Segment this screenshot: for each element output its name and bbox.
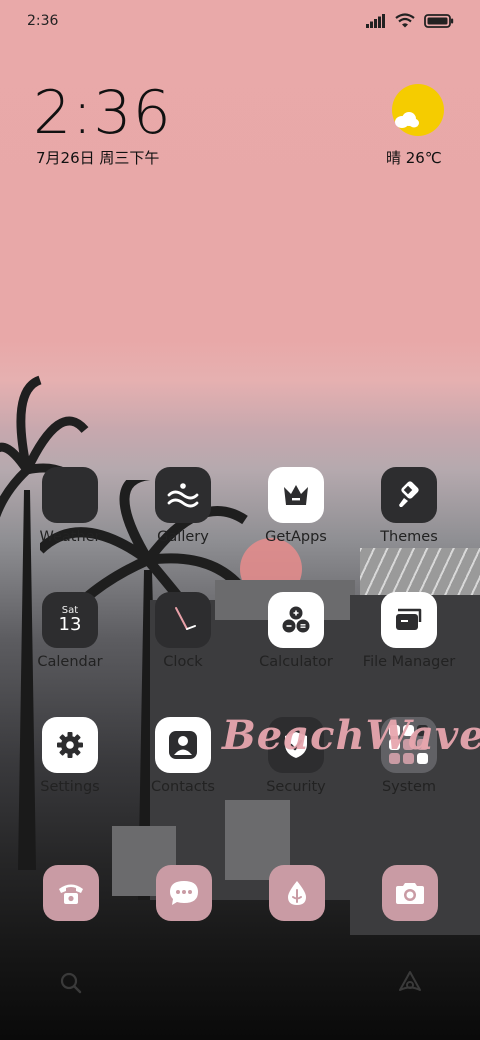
battery-icon: [424, 13, 454, 28]
app-themes[interactable]: Themes: [359, 467, 459, 545]
app-label: Contacts: [151, 779, 215, 795]
app-calculator[interactable]: Calculator: [246, 592, 346, 670]
gallery-icon: [155, 467, 211, 523]
status-time: 2:36: [27, 13, 59, 29]
dock-messages-button[interactable]: [156, 865, 212, 921]
browser-drop-icon: [288, 881, 306, 905]
app-label: Clock: [163, 654, 203, 670]
app-getapps[interactable]: GetApps: [246, 467, 346, 545]
assistant-icon[interactable]: [397, 969, 423, 995]
folder-icon: [381, 592, 437, 648]
app-label: Calculator: [259, 654, 333, 670]
dock-phone-button[interactable]: [43, 865, 99, 921]
app-label: Settings: [40, 779, 100, 795]
app-settings[interactable]: Settings: [20, 717, 120, 795]
app-label: GetApps: [265, 529, 327, 545]
app-gallery[interactable]: Gallery: [133, 467, 233, 545]
calculator-icon: [268, 592, 324, 648]
weather-condition-temp: 晴 26℃: [386, 149, 442, 167]
wallpaper-watermark: BeachWave: [222, 712, 480, 759]
paintbrush-icon: [381, 467, 437, 523]
app-weather[interactable]: Weather: [20, 467, 120, 545]
calendar-date: 13: [58, 613, 82, 635]
weather-app-icon: [42, 467, 98, 523]
dock-browser-button[interactable]: [269, 865, 325, 921]
calendar-icon: Sat 13: [42, 592, 98, 648]
camera-icon: [396, 883, 424, 904]
app-label: Themes: [380, 529, 438, 545]
clock-widget-date: 7月26日 周三下午: [36, 149, 160, 167]
app-label: Weather: [39, 529, 101, 545]
getapps-crown-icon: [268, 467, 324, 523]
app-label: File Manager: [362, 654, 456, 670]
dock-camera-button[interactable]: [382, 865, 438, 921]
person-icon: [155, 717, 211, 773]
wifi-icon: [395, 13, 415, 28]
app-label: Calendar: [37, 654, 103, 670]
app-label: System: [381, 779, 437, 795]
app-calendar[interactable]: Sat 13 Calendar: [20, 592, 120, 670]
signal-icon: [366, 13, 385, 28]
sun-cloud-icon[interactable]: [392, 84, 444, 136]
clock-icon: [155, 592, 211, 648]
status-bar: 2:36: [0, 0, 480, 44]
clock-widget-time[interactable]: 2:36: [33, 78, 172, 148]
search-icon[interactable]: [59, 971, 83, 995]
messages-icon: [170, 881, 198, 905]
app-file-manager[interactable]: File Manager: [359, 592, 459, 670]
gear-icon: [42, 717, 98, 773]
app-clock[interactable]: Clock: [133, 592, 233, 670]
app-label: Gallery: [157, 529, 209, 545]
phone-icon: [59, 884, 83, 904]
app-label: Security: [266, 779, 326, 795]
app-contacts[interactable]: Contacts: [133, 717, 233, 795]
